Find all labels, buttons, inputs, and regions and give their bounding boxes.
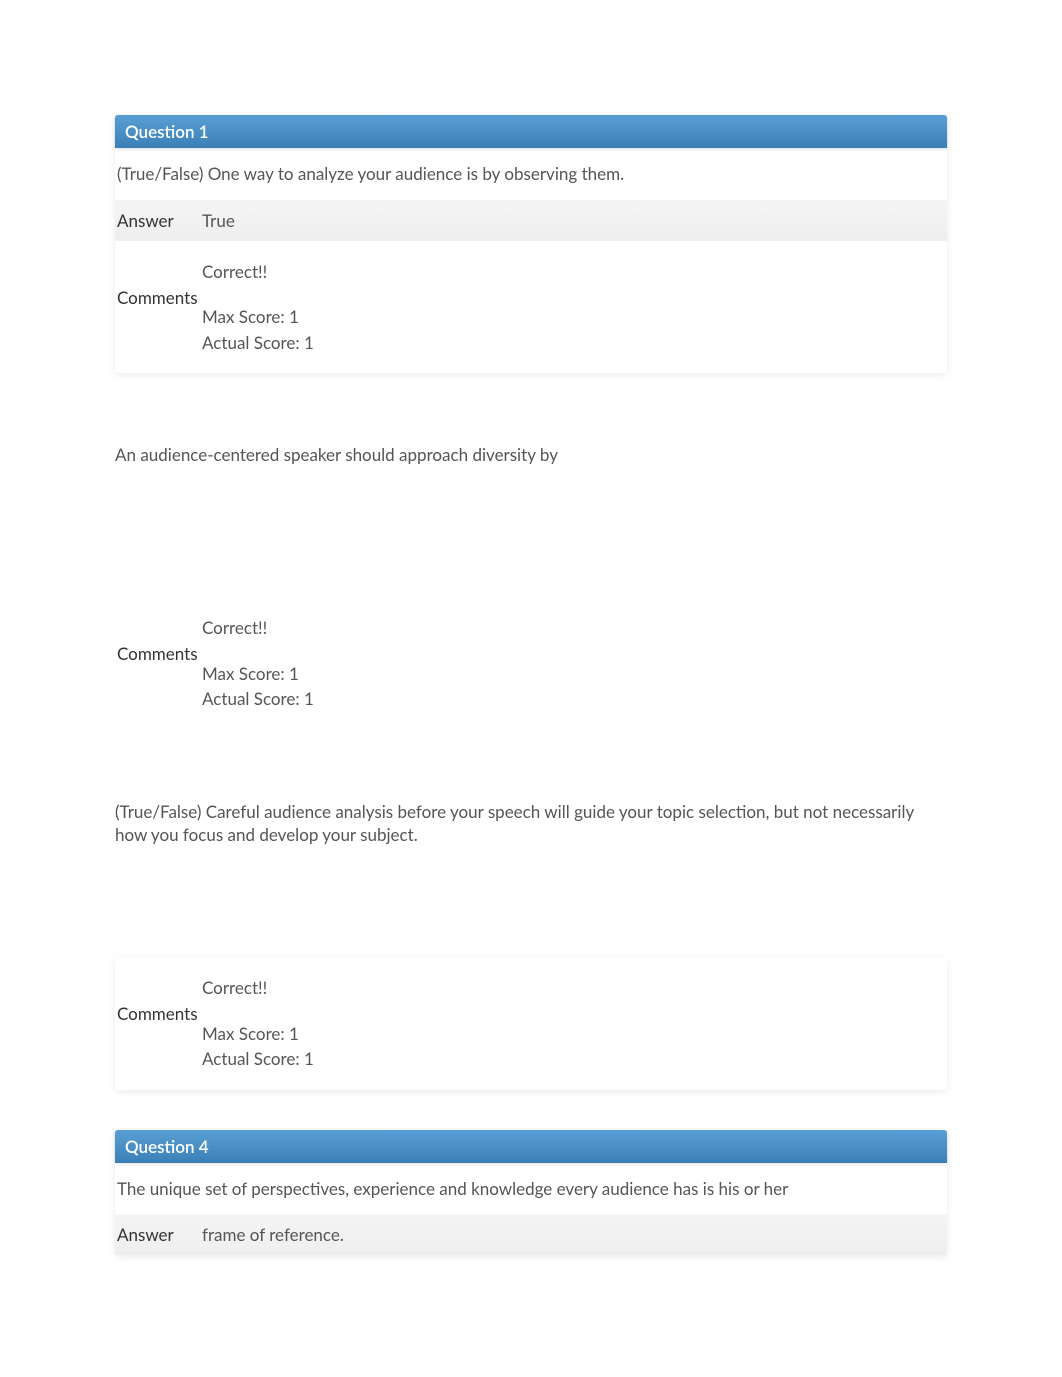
question-2: An audience-centered speaker should appr… bbox=[115, 443, 947, 729]
question-text: An audience-centered speaker should appr… bbox=[115, 443, 947, 597]
question-text: (True/False) Careful audience analysis b… bbox=[115, 800, 947, 958]
comments-content: Correct!! Max Score: 1 Actual Score: 1 bbox=[202, 251, 314, 364]
max-score: Max Score: 1 bbox=[202, 661, 314, 687]
correct-text: Correct!! bbox=[202, 975, 314, 1001]
question-text: The unique set of perspectives, experien… bbox=[115, 1163, 947, 1215]
actual-score: Actual Score: 1 bbox=[202, 330, 314, 356]
answer-row: Answer True bbox=[115, 200, 947, 241]
comments-label: Comments bbox=[117, 251, 202, 316]
max-score: Max Score: 1 bbox=[202, 304, 314, 330]
actual-score: Actual Score: 1 bbox=[202, 686, 314, 712]
comments-content: Correct!! Max Score: 1 Actual Score: 1 bbox=[202, 967, 314, 1080]
question-4: Question 4 The unique set of perspective… bbox=[115, 1130, 947, 1256]
answer-label: Answer bbox=[117, 1216, 202, 1253]
comments-label: Comments bbox=[117, 967, 202, 1032]
question-text: (True/False) One way to analyze your aud… bbox=[115, 148, 947, 200]
question-header: Question 1 bbox=[115, 115, 947, 148]
comments-row: Comments Correct!! Max Score: 1 Actual S… bbox=[115, 957, 947, 1090]
correct-text: Correct!! bbox=[202, 615, 314, 641]
answer-row: Answer frame of reference. bbox=[115, 1214, 947, 1255]
comments-row: Comments Correct!! Max Score: 1 Actual S… bbox=[115, 597, 947, 730]
answer-label: Answer bbox=[117, 202, 202, 239]
answer-value: True bbox=[202, 202, 945, 239]
comments-label: Comments bbox=[117, 607, 202, 672]
actual-score: Actual Score: 1 bbox=[202, 1046, 314, 1072]
question-3: (True/False) Careful audience analysis b… bbox=[115, 800, 947, 1090]
correct-text: Correct!! bbox=[202, 259, 314, 285]
question-header: Question 4 bbox=[115, 1130, 947, 1163]
comments-row: Comments Correct!! Max Score: 1 Actual S… bbox=[115, 241, 947, 374]
question-1: Question 1 (True/False) One way to analy… bbox=[115, 115, 947, 373]
comments-content: Correct!! Max Score: 1 Actual Score: 1 bbox=[202, 607, 314, 720]
answer-value: frame of reference. bbox=[202, 1216, 945, 1253]
max-score: Max Score: 1 bbox=[202, 1021, 314, 1047]
